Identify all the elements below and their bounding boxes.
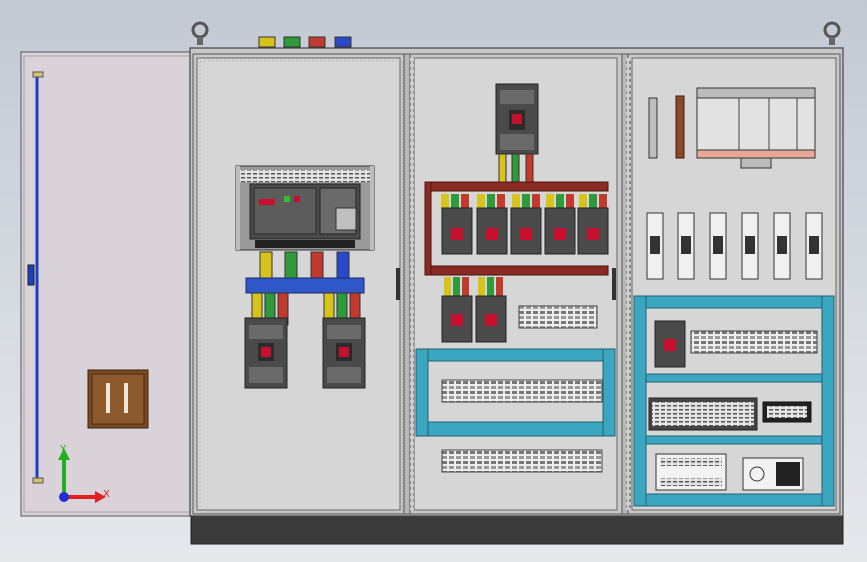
terminal-strip — [441, 379, 603, 403]
power-supply-unit[interactable] — [742, 457, 804, 491]
section-control[interactable] — [626, 53, 841, 515]
lifting-eye-icon — [823, 21, 841, 45]
axis-y-label: Y — [59, 444, 67, 455]
mccb-feeder[interactable] — [510, 194, 542, 255]
mccb-lower-left[interactable] — [244, 317, 288, 389]
miniature-breaker[interactable] — [805, 212, 823, 280]
miniature-breaker[interactable] — [709, 212, 727, 280]
terminal-strip — [441, 449, 603, 473]
isolator-unit[interactable] — [696, 87, 816, 169]
mccb-feeder[interactable] — [441, 194, 473, 255]
axis-x-label: X — [103, 489, 110, 500]
cabinet-3d-view[interactable]: Y X — [0, 0, 867, 562]
mccb-feeder[interactable] — [544, 194, 576, 255]
plc-unit[interactable] — [655, 453, 727, 491]
earth-bar — [675, 95, 685, 159]
main-air-circuit-breaker[interactable] — [235, 165, 375, 251]
section-distribution[interactable] — [409, 53, 623, 515]
miniature-breaker[interactable] — [773, 212, 791, 280]
miniature-breaker[interactable] — [646, 212, 664, 280]
open-door[interactable] — [20, 51, 194, 517]
section-acb[interactable] — [192, 53, 405, 515]
cabinet-plinth — [190, 513, 844, 545]
control-mccb[interactable] — [654, 320, 686, 368]
cad-viewport[interactable]: Y X — [0, 0, 867, 562]
door-latch[interactable] — [27, 264, 35, 286]
mccb-lower-right[interactable] — [322, 317, 366, 389]
incomer-mccb[interactable] — [495, 83, 539, 155]
incomer-cables — [498, 153, 534, 187]
roof-cable-glands — [258, 36, 352, 48]
neutral-bar — [648, 97, 658, 159]
miniature-breaker[interactable] — [677, 212, 695, 280]
mccb-feeder[interactable] — [577, 194, 609, 255]
lifting-eye-icon — [191, 21, 209, 45]
mccb-feeder[interactable] — [476, 194, 508, 255]
mccb-row[interactable] — [441, 194, 609, 255]
terminal-block-row — [518, 305, 598, 329]
miniature-breaker[interactable] — [741, 212, 759, 280]
door-document-pocket[interactable] — [87, 369, 149, 429]
control-terminal-strip — [690, 330, 818, 354]
